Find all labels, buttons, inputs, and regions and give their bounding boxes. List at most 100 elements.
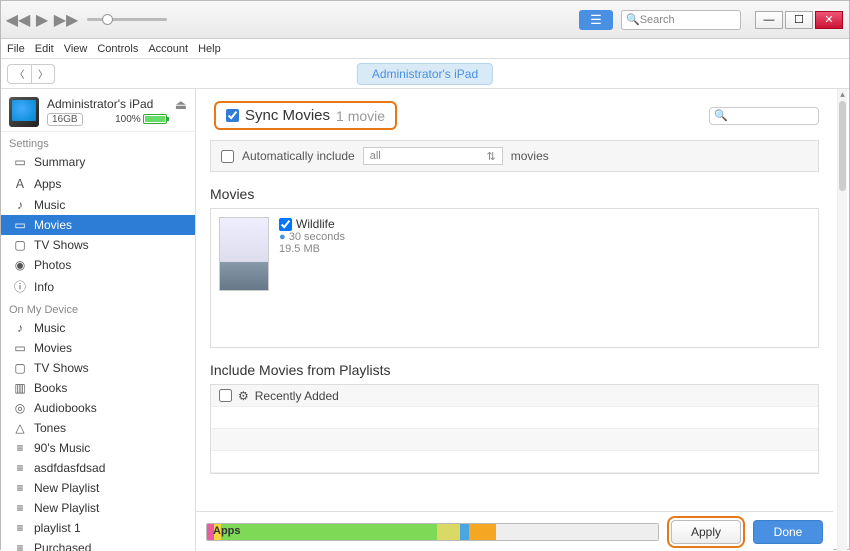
device-icon xyxy=(9,97,39,127)
sidebar-item[interactable]: ♪Music xyxy=(1,318,195,338)
sidebar-item[interactable]: ▭ Movies xyxy=(1,338,195,358)
sidebar-item-icon: ▭ xyxy=(13,341,27,355)
sidebar-item-icon: ≡ xyxy=(13,521,27,535)
list-view-button[interactable]: ☰ xyxy=(579,10,613,30)
battery-icon xyxy=(143,114,167,124)
sidebar-item[interactable]: ≡ asdfdasfdsad xyxy=(1,458,195,478)
back-button[interactable]: 〈 xyxy=(7,64,31,84)
movies-search-input[interactable]: 🔍 xyxy=(709,107,819,125)
sidebar-item-icon: ≡ xyxy=(13,461,27,475)
sidebar-item[interactable]: ▭Movies xyxy=(1,215,195,235)
sidebar-item[interactable]: ▢TV Shows xyxy=(1,235,195,255)
sidebar-item-label: Movies xyxy=(34,341,72,355)
sidebar-item[interactable]: ▢TV Shows xyxy=(1,358,195,378)
done-button[interactable]: Done xyxy=(753,520,823,544)
next-button[interactable]: ▶▶ xyxy=(55,9,77,31)
sync-title: Sync Movies xyxy=(245,107,330,124)
movie-checkbox[interactable] xyxy=(279,218,292,231)
menu-view[interactable]: View xyxy=(64,43,88,55)
playlist-row xyxy=(211,407,818,429)
sidebar-item[interactable]: ▭Summary xyxy=(1,152,195,172)
sidebar-item-label: playlist 1 xyxy=(34,521,81,535)
menu-bar: File Edit View Controls Account Help xyxy=(1,39,849,59)
menu-help[interactable]: Help xyxy=(198,43,221,55)
scroll-up-icon[interactable]: ▴ xyxy=(838,89,847,101)
forward-button[interactable]: 〉 xyxy=(31,64,55,84)
sidebar-item-label: asdfdasfdsad xyxy=(34,461,105,475)
movie-duration: 30 seconds xyxy=(289,231,345,243)
sync-movies-checkbox[interactable] xyxy=(226,109,239,122)
playlist-row xyxy=(211,429,818,451)
eject-icon[interactable]: ⏏ xyxy=(175,97,187,113)
auto-include-checkbox[interactable] xyxy=(221,150,234,163)
movies-list: Wildlife ● 30 seconds 19.5 MB xyxy=(210,208,819,348)
content-pane: Sync Movies 1 movie 🔍 Automatically incl… xyxy=(196,89,849,551)
auto-include-select[interactable]: all ⇅ xyxy=(363,147,503,165)
sidebar-item[interactable]: ≡Purchased xyxy=(1,538,195,551)
sidebar-item-icon: ≡ xyxy=(13,481,27,495)
close-button[interactable]: ✕ xyxy=(815,11,843,29)
sidebar-item[interactable]: ≡New Playlist xyxy=(1,498,195,518)
menu-controls[interactable]: Controls xyxy=(97,43,138,55)
movie-size: 19.5 MB xyxy=(279,243,345,255)
gear-icon: ⚙ xyxy=(238,389,249,403)
prev-button[interactable]: ◀◀ xyxy=(7,9,29,31)
sync-count: 1 movie xyxy=(336,108,385,124)
playlist-row xyxy=(211,451,818,473)
sidebar-item-icon: ▭ xyxy=(13,155,27,169)
scrollbar[interactable]: ▴ xyxy=(837,89,847,551)
device-name: Administrator's iPad xyxy=(47,97,167,111)
sidebar-item[interactable]: ◎Audiobooks xyxy=(1,398,195,418)
maximize-button[interactable]: ☐ xyxy=(785,11,813,29)
play-button[interactable]: ▶ xyxy=(31,9,53,31)
sidebar-item-icon: ◉ xyxy=(13,258,27,272)
auto-include-suffix: movies xyxy=(511,149,549,163)
storage-bar[interactable]: Apps xyxy=(206,523,659,541)
playlist-name: Recently Added xyxy=(255,389,339,403)
sidebar-item-label: Music xyxy=(34,198,65,212)
nav-bar: 〈 〉 Administrator's iPad xyxy=(1,59,849,89)
sidebar-item-label: New Playlist xyxy=(34,501,99,515)
battery-pct: 100% xyxy=(115,114,167,125)
playlist-row[interactable]: ⚙ Recently Added xyxy=(211,385,818,407)
device-tab[interactable]: Administrator's iPad xyxy=(357,63,493,85)
sidebar-item-icon: ▢ xyxy=(13,238,27,252)
scroll-thumb[interactable] xyxy=(839,101,846,191)
volume-slider[interactable] xyxy=(87,18,167,21)
apply-button[interactable]: Apply xyxy=(671,520,741,544)
sidebar-item-icon: ♪ xyxy=(13,198,27,212)
sidebar-item[interactable]: ◉Photos xyxy=(1,255,195,275)
chevron-updown-icon: ⇅ xyxy=(487,150,496,163)
sidebar-item-icon: Ａ xyxy=(13,175,27,192)
sidebar-item[interactable]: ♪ Music xyxy=(1,195,195,215)
sidebar-item[interactable]: ＡApps xyxy=(1,172,195,195)
sidebar-item-icon: ⓘ xyxy=(13,278,27,295)
menu-edit[interactable]: Edit xyxy=(35,43,54,55)
bottom-bar: Apps Apply Done xyxy=(196,511,833,551)
sidebar-item-icon: ▢ xyxy=(13,361,27,375)
sidebar-item-icon: △ xyxy=(13,421,27,435)
sidebar-item[interactable]: △Tones xyxy=(1,418,195,438)
menu-account[interactable]: Account xyxy=(148,43,188,55)
sidebar-item-icon: ≡ xyxy=(13,441,27,455)
sidebar-item-icon: ▭ xyxy=(13,218,27,232)
sidebar-item[interactable]: ≡ playlist 1 xyxy=(1,518,195,538)
auto-include-row: Automatically include all ⇅ movies xyxy=(210,140,819,172)
title-bar: ◀◀ ▶ ▶▶ ☰ 🔍 Search — ☐ ✕ xyxy=(1,1,849,39)
sidebar-item[interactable]: ≡90's Music xyxy=(1,438,195,458)
auto-include-value: all xyxy=(370,150,381,162)
menu-file[interactable]: File xyxy=(7,43,25,55)
auto-include-label: Automatically include xyxy=(242,149,355,163)
storage-label: Apps xyxy=(213,525,241,537)
sidebar-item-label: Audiobooks xyxy=(34,401,97,415)
minimize-button[interactable]: — xyxy=(755,11,783,29)
sync-movies-header: Sync Movies 1 movie xyxy=(214,101,397,130)
sidebar-item[interactable]: ▥Books xyxy=(1,378,195,398)
playlist-checkbox[interactable] xyxy=(219,389,232,402)
playback-controls: ◀◀ ▶ ▶▶ xyxy=(7,9,77,31)
movie-thumbnail[interactable] xyxy=(219,217,269,291)
sidebar-item[interactable]: ≡New Playlist xyxy=(1,478,195,498)
device-header[interactable]: Administrator's iPad 16GB 100% ⏏ xyxy=(1,89,195,132)
search-input[interactable]: 🔍 Search xyxy=(621,10,741,30)
sidebar-item[interactable]: ⓘInfo xyxy=(1,275,195,298)
